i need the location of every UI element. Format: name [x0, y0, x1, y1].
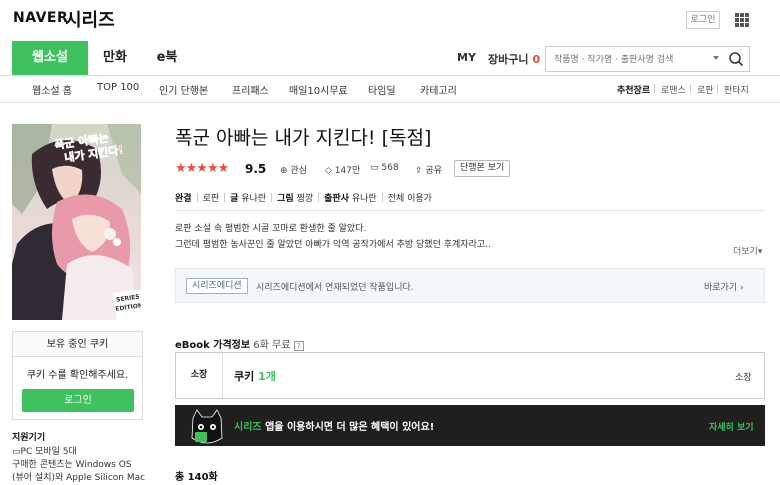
star-rating-icon: ★★★★★ [175, 161, 229, 176]
subnav-category[interactable]: 카테고리 [420, 82, 457, 97]
series-edition-badge: SERIES EDITION [113, 289, 141, 320]
login-button[interactable]: 로그인 [22, 389, 134, 412]
book-meta: 완결 로판 글 유나란 그림 찡깡 출판사 유나란 전체 이용가 [175, 193, 432, 204]
devices-title: 지원기기 [12, 433, 46, 443]
series-edition-tag: 시리즈에디션 [186, 278, 248, 294]
episode-total: 총 140화 [175, 472, 218, 483]
own-price: 쿠키 1개 [234, 370, 276, 383]
category-nav: 웹소설 만화 e북 MY 장바구니 0 [0, 41, 780, 76]
devices-line: ▭PC 모바일 5대 [12, 447, 77, 457]
sub-nav: 웹소설 홈 TOP 100 인기 단행본 프리패스 매일10시무료 타임딜 카테… [0, 77, 780, 103]
own-label: 소장 [176, 353, 223, 398]
divider [654, 84, 655, 93]
devices-line: 구매한 콘텐츠는 Windows OS [12, 460, 132, 470]
book-cover[interactable]: 폭군 아빠는 내가 지킨다! SERIES EDITION [12, 124, 141, 320]
tab-comics[interactable]: 만화 [95, 41, 135, 75]
chevron-down-icon: ▾ [757, 247, 763, 257]
interest-button[interactable]: ⊕ 관심 [280, 163, 307, 176]
genre-recommended[interactable]: 추천장르 [617, 83, 650, 96]
app-promo-banner[interactable]: 시리즈 앱을 이용하시면 더 많은 혜택이 있어요! 자세히 보기 [175, 405, 765, 446]
divider [175, 210, 765, 211]
single-volume-button[interactable]: 단행본 보기 [454, 160, 511, 177]
book-description: 로판 소설 속 평범한 시골 꼬마로 환생한 줄 알았다. 그런데 평범한 농사… [175, 224, 491, 250]
top-bar: NAVER 시리즈 로그인 [0, 0, 780, 40]
status-badge: 완결 [175, 194, 192, 204]
help-icon[interactable]: ? [293, 341, 304, 351]
writer-link[interactable]: 유나란 [241, 194, 266, 204]
cat-mascot-icon [191, 409, 223, 444]
book-title: 폭군 아빠는 내가 지킨다! [독점] [175, 127, 432, 149]
divider [690, 84, 691, 93]
price-heading: eBook 가격정보 6화 무료 ? [175, 336, 304, 351]
own-status: 소장 [735, 373, 752, 383]
series-edition-bar: 시리즈에디션 시리즈에디션에서 연재되었던 작품입니다. 바로가기 › [175, 268, 765, 303]
series-logo[interactable]: 시리즈 [65, 6, 115, 32]
own-price-box[interactable]: 소장 쿠키 1개 소장 [175, 352, 765, 399]
monitor-icon: ▭ [12, 447, 21, 457]
subnav-home[interactable]: 웹소설 홈 [32, 82, 72, 97]
views-count: ◇ 147만 [325, 166, 361, 176]
header-login-button[interactable]: 로그인 [686, 11, 720, 29]
subnav-freepass[interactable]: 프리패스 [232, 82, 269, 97]
devices-line: (뷰어 설치)와 Apple Silicon Mac [12, 473, 146, 483]
cart-label: 장바구니 [488, 53, 529, 66]
series-edition-text: 시리즈에디션에서 연재되었던 작품입니다. [256, 283, 414, 293]
supported-devices: 지원기기 ▭PC 모바일 5대 구매한 콘텐츠는 Windows OS (뷰어 … [12, 432, 152, 485]
promo-details-link[interactable]: 자세히 보기 [709, 420, 754, 433]
cart-count: 0 [532, 53, 541, 66]
chevron-down-icon[interactable] [713, 56, 719, 60]
cookie-box: 보유 중인 쿠키 쿠키 수를 확인해주세요. 로그인 [12, 331, 143, 420]
rating-score: 9.5 [245, 162, 267, 176]
cookie-box-title: 보유 중인 쿠키 [13, 332, 142, 357]
share-button[interactable]: ⇪ 공유 [415, 163, 442, 176]
genre-fantasy[interactable]: 판타지 [724, 83, 749, 96]
comment-icon: ▭ [370, 163, 379, 173]
divider [717, 84, 718, 93]
illustrator-link[interactable]: 찡깡 [297, 194, 314, 204]
chevron-right-icon: › [740, 283, 744, 293]
search-box [545, 46, 750, 72]
search-input[interactable] [554, 51, 714, 68]
tab-ebook[interactable]: e북 [147, 41, 187, 75]
genre-romance-fantasy[interactable]: 로판 [697, 83, 714, 96]
genre-romance[interactable]: 로맨스 [661, 83, 686, 96]
genre-link[interactable]: 로판 [203, 194, 220, 204]
rating-row: ★★★★★ 9.5 ⊕ 관심 ◇ 147만 ▭ 568 ⇪ 공유 단행본 보기 [175, 160, 735, 178]
subnav-timedeal[interactable]: 타임딜 [368, 82, 396, 97]
comments-link[interactable]: ▭ 568 [370, 163, 399, 173]
naver-logo[interactable]: NAVER [13, 10, 68, 26]
more-button[interactable]: 더보기▾ [733, 244, 762, 257]
publisher-link[interactable]: 유나란 [352, 194, 377, 204]
subnav-popular[interactable]: 인기 단행본 [159, 82, 208, 97]
plus-circle-icon: ⊕ [280, 166, 288, 176]
tab-webnovel[interactable]: 웹소설 [12, 41, 88, 75]
my-link[interactable]: MY [457, 51, 476, 64]
cover-illustration: 폭군 아빠는 내가 지킨다! [12, 124, 141, 320]
series-edition-link[interactable]: 바로가기 › [704, 280, 744, 293]
cart-link[interactable]: 장바구니 0 [488, 51, 540, 67]
subnav-top100[interactable]: TOP 100 [97, 82, 139, 93]
age-rating: 전체 이용가 [387, 194, 432, 204]
grid-icon[interactable] [735, 13, 749, 27]
promo-text: 시리즈 앱을 이용하시면 더 많은 혜택이 있어요! [234, 422, 435, 433]
share-icon: ⇪ [415, 166, 423, 176]
cookie-box-message: 쿠키 수를 확인해주세요. [26, 370, 129, 381]
eye-icon: ◇ [325, 166, 332, 176]
search-icon[interactable] [728, 51, 744, 67]
subnav-daily-free[interactable]: 매일10시무료 [289, 82, 348, 97]
